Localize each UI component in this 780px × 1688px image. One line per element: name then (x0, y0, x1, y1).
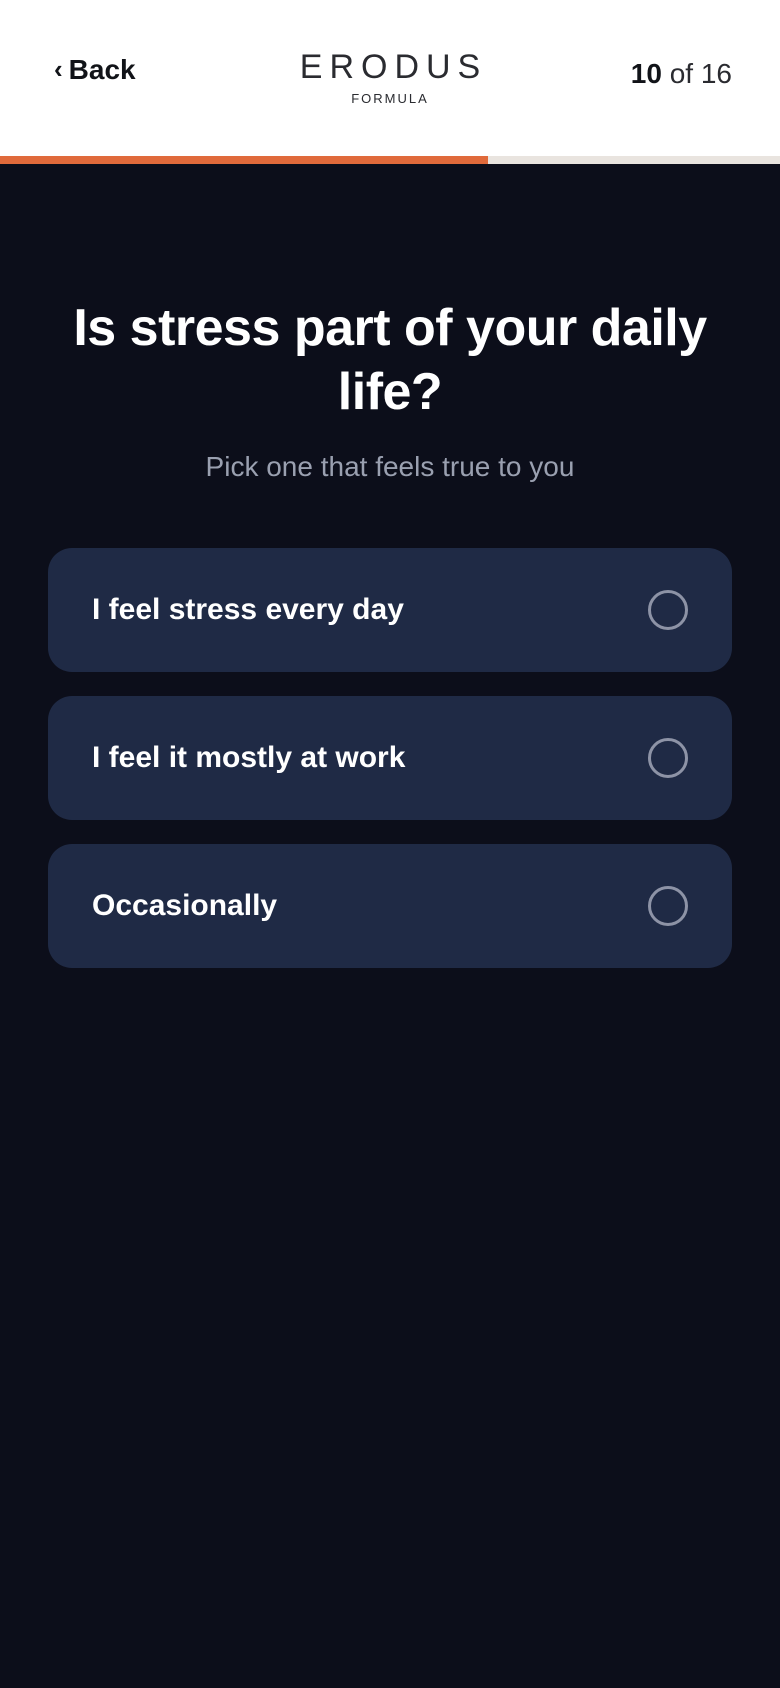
step-total: of 16 (669, 58, 732, 89)
option-label: Occasionally (92, 889, 278, 922)
step-current: 10 (630, 58, 662, 89)
option-stress-every-day[interactable]: I feel stress every day (48, 548, 732, 672)
question-title: Is stress part of your daily life? (73, 299, 707, 421)
option-label: I feel it mostly at work (92, 741, 406, 774)
radio-circle-icon[interactable] (648, 738, 688, 778)
logo-subtitle: FORMULA (351, 91, 429, 106)
step-counter: 10 of 16 (631, 60, 732, 88)
option-label: I feel stress every day (92, 593, 404, 626)
answer-options: I feel stress every day I feel it mostly… (48, 548, 732, 992)
option-mostly-at-work[interactable]: I feel it mostly at work (48, 696, 732, 820)
radio-circle-icon[interactable] (648, 590, 688, 630)
progress-bar (0, 156, 780, 164)
question-subtitle: Pick one that feels true to you (205, 451, 575, 482)
option-occasionally[interactable]: Occasionally (48, 844, 732, 968)
app-header: ‹ Back ERODUS FORMULA 10 of 16 (0, 0, 780, 156)
radio-circle-icon[interactable] (648, 886, 688, 926)
progress-bar-fill (0, 156, 488, 164)
